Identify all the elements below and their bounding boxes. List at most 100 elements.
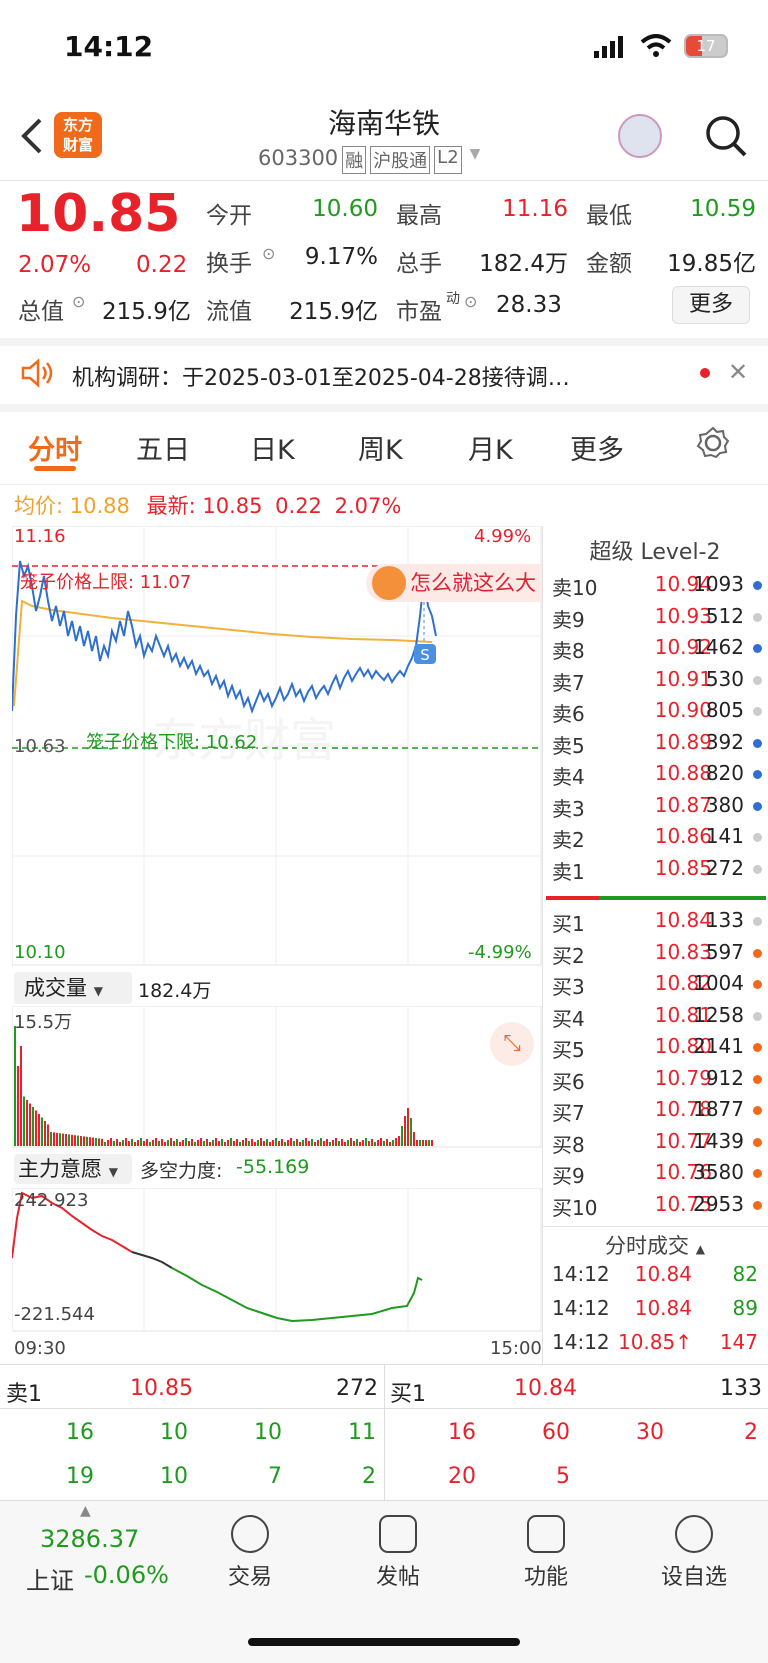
watchlist-button[interactable]: 设自选 [634,1515,754,1591]
tab-five-day[interactable]: 五日 [136,428,190,467]
pe-label: 市盈 [396,299,442,325]
book-level: 卖5 [552,733,585,758]
book-divider [546,896,766,900]
float-cap-label: 流值 [206,299,252,325]
book-row[interactable]: 卖1 10.85 272 [542,856,768,887]
book-row[interactable]: 卖8 10.92 1462 [542,635,768,666]
close-icon[interactable]: ✕ [728,358,748,386]
book-row[interactable]: 卖2 10.86 141 [542,824,768,855]
book-row[interactable]: 买4 10.81 1258 [542,1003,768,1034]
volume-bar [134,1142,136,1146]
book-level: 卖8 [552,639,585,663]
volume-bar [344,1142,346,1146]
functions-button[interactable]: 功能 [486,1515,606,1591]
book-row[interactable]: 买5 10.80 2141 [542,1034,768,1065]
book-row[interactable]: 买2 10.83 597 [542,940,768,971]
book-row[interactable]: 买6 10.79 912 [542,1066,768,1097]
tab-active-underline [34,466,76,471]
book-dot [753,1011,762,1021]
volume-bar [320,1138,322,1146]
tab-intraday[interactable]: 分时 [28,428,82,467]
book-volume: 1004 [693,971,744,995]
queue-cell: 30 [636,1420,664,1445]
volume-bar [392,1140,394,1146]
index-value[interactable]: 3286.37 [40,1525,139,1553]
book-dot [753,612,762,622]
book-dot [753,1043,762,1052]
book-volume: 1877 [693,1097,744,1121]
volume-bar [107,1140,109,1146]
book-row[interactable]: 卖4 10.88 820 [542,761,768,792]
volume-bar [263,1141,265,1146]
volume-bar [332,1140,334,1146]
tab-more[interactable]: 更多 [570,428,624,467]
info-icon[interactable]: ⊙ [72,292,85,311]
volume-bar [143,1141,145,1146]
book-row[interactable]: 买7 10.78 1877 [542,1097,768,1128]
notice-text[interactable]: 机构调研：于2025-03-01至2025-04-28接待调… [72,360,570,392]
book-row[interactable]: 买8 10.77 1439 [542,1129,768,1160]
volume-bar [110,1138,112,1146]
more-button[interactable]: 更多 [672,286,750,324]
robot-avatar-icon[interactable] [618,114,662,158]
volume-bar [242,1140,244,1146]
book-row[interactable]: 卖10 10.94 1093 [542,572,768,603]
chart-mid-price: 10.63 [14,736,66,757]
chart-bottom-pct: -4.99% [468,942,532,963]
book-dot [753,980,762,989]
volume-bar [389,1142,391,1146]
gear-icon[interactable] [696,426,730,464]
tab-daily-k[interactable]: 日K [250,428,295,467]
book-row[interactable]: 买3 10.82 1004 [542,971,768,1002]
book-row[interactable]: 买1 10.84 133 [542,908,768,939]
volume-bar [191,1139,193,1146]
book-volume: 2141 [693,1034,744,1058]
book-price: 10.86 [654,824,712,848]
volume-chart [12,1006,542,1148]
ticks-title[interactable]: 分时成交 ▲ [542,1230,768,1260]
volume-bar [194,1142,196,1146]
search-icon[interactable] [704,114,748,162]
volume-bar [23,1096,25,1146]
book-price: 10.90 [654,698,712,722]
expand-icon[interactable]: ⤡ [490,1022,534,1066]
book-dot [753,1106,762,1115]
volume-bar [260,1138,262,1146]
book-volume: 380 [705,792,744,817]
trade-button[interactable]: 交易 [190,1515,310,1591]
book-row[interactable]: 卖3 10.87 380 [542,793,768,824]
stock-code: 603300 [258,146,339,170]
dropdown-icon[interactable]: ▼ [470,146,481,174]
volume-bar [314,1142,316,1146]
book-row[interactable]: 卖9 10.93 512 [542,604,768,635]
volume-bar [74,1135,76,1146]
book-row[interactable]: 卖5 10.89 392 [542,730,768,761]
volume-bar [152,1140,154,1146]
book-row[interactable]: 买9 10.76 3580 [542,1160,768,1191]
queue-cell: 16 [66,1420,94,1445]
volume-bar [41,1117,43,1146]
book-row[interactable]: 卖7 10.91 530 [542,667,768,698]
volume-bar [404,1116,406,1146]
queue-sell-vol: 272 [336,1376,378,1401]
volume-bar [188,1141,190,1146]
post-button[interactable]: 发帖 [338,1515,458,1591]
force-selector[interactable]: 主力意愿 ▼ [14,1154,132,1184]
force-name: 多空力度: [140,1160,223,1182]
book-level: 卖6 [552,702,585,726]
tab-monthly-k[interactable]: 月K [468,428,513,467]
level2-title[interactable]: 超级 Level-2 [542,534,768,566]
volume-selector[interactable]: 成交量 ▼ [14,972,132,1004]
book-price: 10.93 [654,603,712,628]
volume-bar [239,1142,241,1146]
queue-cell: 11 [348,1420,376,1445]
speaker-icon [20,358,54,392]
tab-weekly-k[interactable]: 周K [358,428,403,467]
volume-bar [167,1140,169,1146]
book-volume: 597 [705,939,744,964]
book-row[interactable]: 卖6 10.90 805 [542,698,768,729]
edit-icon [379,1515,417,1553]
book-row[interactable]: 买10 10.75 2953 [542,1192,768,1223]
info-icon[interactable]: ⊙ [464,292,477,311]
amount-label: 金额 [586,251,632,277]
